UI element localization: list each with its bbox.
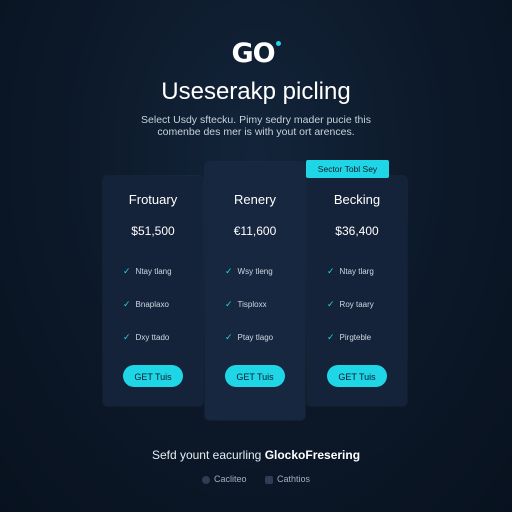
plan-price: €11,600 [233,224,277,238]
check-icon: ✓ [123,299,131,309]
check-icon: ✓ [327,299,335,309]
plan-name: Renery [234,192,276,207]
footer-links: Cacliteo Cathtios [0,474,512,484]
pricing-card-1: Frotuary $51,500 ✓ Ntay tlang ✓ Bnaplaxo ✓… [103,176,203,406]
footer-text: Sefd yount eacurling [151,448,262,462]
globe-icon [201,475,210,484]
feature-item: ✓ Ptay tlago [225,332,274,342]
document-icon [265,475,273,484]
check-icon: ✓ [123,266,131,276]
plan-price: $36,400 [335,224,379,238]
feature-item: ✓ Tisploxx [225,299,267,309]
footer-link-2[interactable]: Cathtios [265,474,310,484]
check-icon: ✓ [327,332,335,342]
check-icon: ✓ [225,266,233,276]
subtitle-line-1: Select Usdy sftecku. Pimy sedry mader pu… [141,114,371,126]
check-icon: ✓ [225,299,233,309]
subtitle-line-2: comenbe des mer is with yout ort arences… [157,126,355,138]
popular-badge: Sector Tobl Sey [306,160,389,178]
feature-item: ✓ Wsy tleng [225,266,273,276]
get-plan-button[interactable]: GET Tuis [225,365,285,387]
feature-item: ✓ Roy taary [327,299,374,309]
pricing-card-2: Renery €11,600 ✓ Wsy tleng ✓ Tisploxx ✓ Pta… [205,162,305,420]
logo-dot-icon [275,41,281,46]
feature-item: ✓ Pirgteble [327,332,372,342]
page-title: Useserakp picling [161,78,351,105]
footer-brand[interactable]: GlockoFresering [265,448,360,462]
get-plan-button[interactable]: GET Tuis [327,365,387,387]
feature-item: ✓ Bnaplaxo [123,299,169,309]
plan-name: Becking [333,192,381,207]
brand-logo: GO [0,38,512,69]
get-plan-button[interactable]: GET Tuis [123,365,183,387]
footer-link-1[interactable]: Cacliteo [201,474,246,484]
check-icon: ✓ [225,332,233,342]
check-icon: ✓ [327,266,335,276]
feature-item: ✓ Ntay tlarg [327,266,374,276]
plan-price: $51,500 [131,224,175,238]
page-subtitle: Select Usdy sftecku. Pimy sedry mader pu… [80,114,432,138]
feature-item: ✓ Ntay tlang [123,266,172,276]
plan-name: Frotuary [128,192,178,207]
feature-item: ✓ Dxy ttado [123,332,170,342]
logo-text: GO [231,38,275,69]
check-icon: ✓ [123,332,131,342]
pricing-card-3: Becking $36,400 ✓ Ntay tlarg ✓ Roy taary ✓… [307,176,407,406]
footer-tagline: Sefd yount eacurling GlockoFresering [0,448,512,462]
